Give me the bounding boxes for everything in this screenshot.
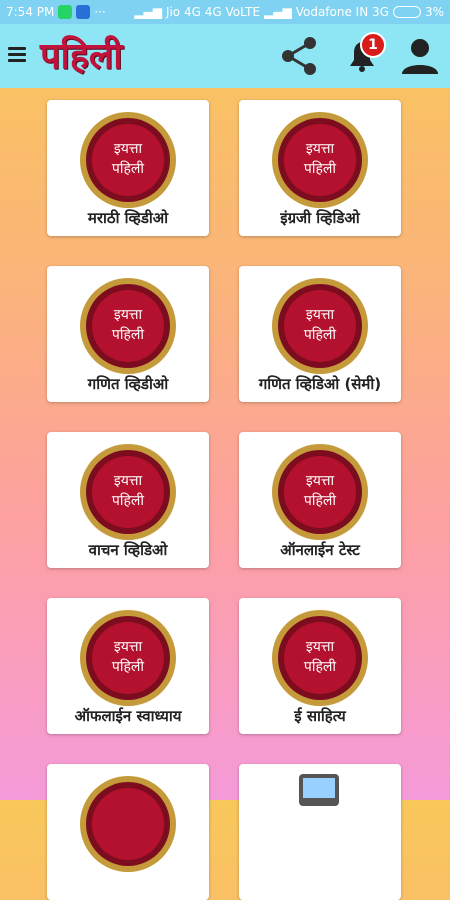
logo-line1: इयत्ता: [114, 473, 143, 489]
menu-icon[interactable]: [8, 44, 26, 68]
card-offline-exercise[interactable]: इयत्ता पहिली ऑफलाईन स्वाध्याय: [47, 598, 209, 734]
app-bar: पहिली 1: [0, 24, 450, 88]
status-time: 7:54 PM: [6, 5, 55, 19]
status-bar: 7:54 PM ··· ▂▄▆ Jio 4G 4G VoLTE ▂▄▆ Voda…: [0, 0, 450, 24]
card-maths-video[interactable]: इयत्ता पहिली गणित व्हिडीओ: [47, 266, 209, 402]
battery-icon: [392, 6, 421, 18]
card-label: मराठी व्हिडीओ: [87, 209, 169, 227]
card-e-material[interactable]: इयत्ता पहिली ई साहित्य: [239, 598, 401, 734]
itta-pahili-logo: इयत्ता पहिली: [272, 278, 368, 374]
card-partial-left[interactable]: [47, 764, 209, 900]
logo-line2: पहिली: [304, 326, 337, 343]
itta-pahili-logo: इयत्ता पहिली: [272, 444, 368, 540]
card-label: वाचन व्हिडिओ: [88, 541, 168, 559]
card-label: ऑनलाईन टेस्ट: [280, 541, 360, 559]
itta-pahili-logo: इयत्ता पहिली: [272, 112, 368, 208]
card-label: गणित व्हिडिओ (सेमी): [258, 375, 382, 393]
itta-pahili-logo: इयत्ता पहिली: [272, 610, 368, 706]
signal-icon: ▂▄▆: [134, 5, 162, 19]
logo-line1: इयत्ता: [306, 307, 335, 323]
app-title: पहिली: [40, 36, 123, 77]
card-label: गणित व्हिडीओ: [87, 375, 169, 393]
card-marathi-video[interactable]: इयत्ता पहिली मराठी व्हिडीओ: [47, 100, 209, 236]
logo-line1: इयत्ता: [114, 307, 143, 323]
carrier1: Jio 4G 4G VoLTE: [165, 5, 261, 19]
user-icon[interactable]: [398, 34, 442, 78]
card-label: इंग्रजी व्हिडिओ: [280, 209, 360, 227]
card-maths-semi-video[interactable]: इयत्ता पहिली गणित व्हिडिओ (सेमी): [239, 266, 401, 402]
card-online-test[interactable]: इयत्ता पहिली ऑनलाईन टेस्ट: [239, 432, 401, 568]
more-dots-icon: ···: [94, 5, 106, 19]
whatsapp-icon: [58, 5, 73, 19]
card-partial-right[interactable]: [239, 764, 401, 900]
notification-icon: [76, 5, 91, 19]
card-reading-video[interactable]: इयत्ता पहिली वाचन व्हिडिओ: [47, 432, 209, 568]
battery-level: 3%: [424, 5, 444, 19]
logo-line2: पहिली: [304, 658, 337, 675]
card-label: ऑफलाईन स्वाध्याय: [74, 707, 182, 725]
logo-line2: पहिली: [112, 160, 145, 177]
logo-line2: पहिली: [112, 326, 145, 343]
signal-icon: ▂▄▆: [264, 5, 292, 19]
logo-line1: इयत्ता: [114, 639, 143, 655]
carrier2: Vodafone IN 3G: [295, 5, 389, 19]
share-icon[interactable]: [278, 34, 322, 78]
logo-line2: पहिली: [112, 492, 145, 509]
mobile-phone-icon: [299, 774, 339, 806]
notifications-button[interactable]: 1: [338, 32, 386, 80]
notification-badge: 1: [360, 32, 386, 58]
itta-pahili-logo: इयत्ता पहिली: [80, 610, 176, 706]
card-label: ई साहित्य: [294, 707, 346, 725]
logo-line2: पहिली: [304, 160, 337, 177]
logo-line1: इयत्ता: [306, 473, 335, 489]
logo-line2: पहिली: [112, 658, 145, 675]
logo-line2: पहिली: [304, 492, 337, 509]
card-english-video[interactable]: इयत्ता पहिली इंग्रजी व्हिडिओ: [239, 100, 401, 236]
logo-line1: इयत्ता: [114, 141, 143, 157]
itta-pahili-logo: इयत्ता पहिली: [80, 112, 176, 208]
itta-pahili-logo: इयत्ता पहिली: [80, 278, 176, 374]
itta-pahili-logo: इयत्ता पहिली: [80, 444, 176, 540]
itta-pahili-logo: [80, 776, 176, 872]
logo-line1: इयत्ता: [306, 141, 335, 157]
logo-line1: इयत्ता: [306, 639, 335, 655]
